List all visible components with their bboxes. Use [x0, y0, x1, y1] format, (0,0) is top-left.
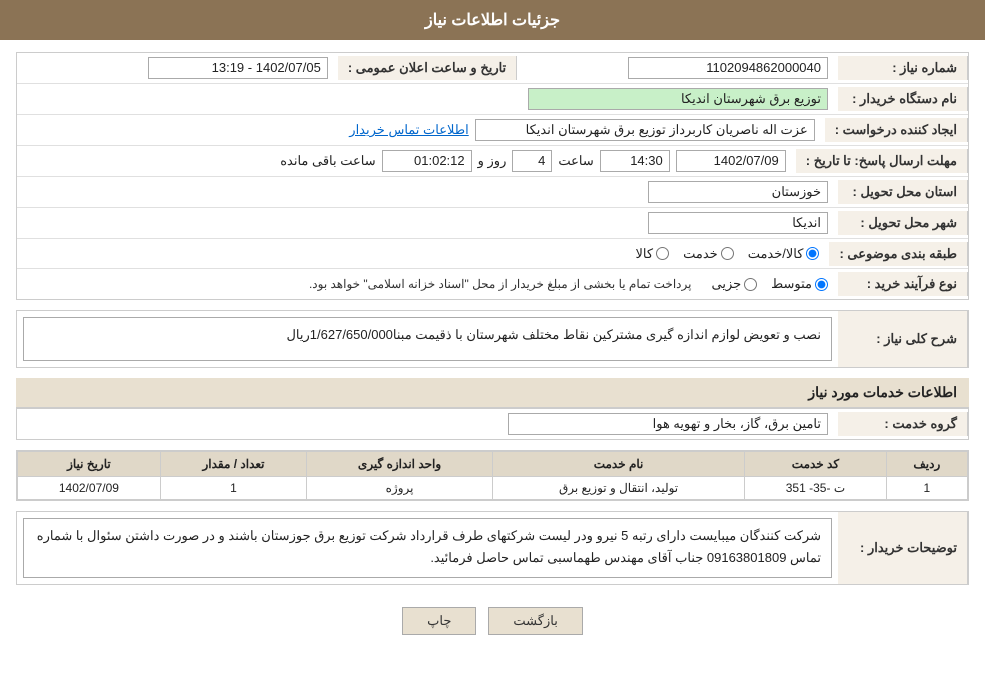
input-date[interactable]: 1402/07/09 [676, 150, 786, 172]
label-publicDateTime: تاریخ و ساعت اعلان عمومی : [338, 56, 517, 80]
row-ijadKonande: ایجاد کننده درخواست : عزت اله ناصریان کا… [17, 115, 968, 146]
button-row: بازگشت چاپ [16, 595, 969, 647]
cell-tarikh: 1402/07/09 [18, 477, 161, 500]
link-contactInfo[interactable]: اطلاعات تماس خریدار [349, 122, 468, 138]
value-mohlatErsal: ساعت باقی مانده 01:02:12 روز و 4 ساعت 14… [17, 146, 796, 176]
value-publicDateTime: 1402/07/05 - 13:19 [17, 53, 338, 83]
notice-text: پرداخت تمام یا بخشی از مبلغ خریدار از مح… [299, 274, 702, 294]
value-shomareNiaz: 1102094862000040 [517, 53, 838, 83]
input-ijadKonande[interactable]: عزت اله ناصریان کاربرداز توزیع برق شهرست… [475, 119, 815, 141]
input-tosih[interactable]: شرکت کنندگان میبایست دارای رتبه 5 نیرو و… [23, 518, 832, 578]
input-shahKoli[interactable]: نصب و تعویض لوازم اندازه گیری مشترکین نق… [23, 317, 832, 361]
label-shomareNiaz: شماره نیاز : [838, 56, 968, 80]
value-ijadKonande: عزت اله ناصریان کاربرداز توزیع برق شهرست… [17, 115, 825, 145]
input-ostanTahvil[interactable]: خوزستان [648, 181, 828, 203]
value-tosih: شرکت کنندگان میبایست دارای رتبه 5 نیرو و… [17, 512, 838, 584]
col-nameKhedmat: نام خدمت [492, 452, 744, 477]
print-button[interactable]: چاپ [402, 607, 476, 635]
radio-input-kala[interactable] [656, 247, 669, 260]
value-namDastgah: توزیع برق شهرستان اندیکا [17, 84, 838, 114]
value-tabaqeBandi: کالا/خدمت خدمت کالا [17, 242, 829, 266]
label-tosih: توضیحات خریدار : [838, 512, 968, 584]
row-noefarayand: نوع فرآیند خرید : متوسط جزیی [17, 269, 968, 299]
radio-kala-khedmat[interactable]: کالا/خدمت [748, 246, 820, 262]
row-shahrTahvil: شهر محل تحویل : اندیکا [17, 208, 968, 239]
input-publicDateTime[interactable]: 1402/07/05 - 13:19 [148, 57, 328, 79]
col-tarikh: تاریخ نیاز [18, 452, 161, 477]
value-shahrTahvil: اندیکا [17, 208, 838, 238]
label-saat: ساعت [558, 153, 593, 169]
page-header: جزئیات اطلاعات نیاز [0, 0, 985, 40]
main-form-section: شماره نیاز : 1102094862000040 تاریخ و سا… [16, 52, 969, 300]
radio-input-kala-khedmat[interactable] [806, 247, 819, 260]
row-mohlatErsal: مهلت ارسال پاسخ: تا تاریخ : ساعت باقی ما… [17, 146, 968, 177]
table-section: ردیف کد خدمت نام خدمت واحد اندازه گیری ت… [16, 450, 969, 501]
row-shomareNiaz: شماره نیاز : 1102094862000040 تاریخ و سا… [17, 53, 968, 84]
input-goroheKhedmat[interactable]: تامین برق، گاز، بخار و تهویه هوا [508, 413, 828, 435]
page-title: جزئیات اطلاعات نیاز [425, 12, 560, 29]
table-head: ردیف کد خدمت نام خدمت واحد اندازه گیری ت… [18, 452, 968, 477]
cell-nameKhedmat: تولید، انتقال و توزیع برق [492, 477, 744, 500]
col-radif: ردیف [886, 452, 967, 477]
content-area: شماره نیاز : 1102094862000040 تاریخ و سا… [0, 40, 985, 659]
label-ijadKonande: ایجاد کننده درخواست : [825, 118, 968, 142]
value-shahKoli: نصب و تعویض لوازم اندازه گیری مشترکین نق… [17, 311, 838, 367]
row-namDastgah: نام دستگاه خریدار : توزیع برق شهرستان ان… [17, 84, 968, 115]
cell-vahedAndaze: پروژه [307, 477, 493, 500]
row-tabaqeBandi: طبقه بندی موضوعی : کالا/خدمت خدمت [17, 239, 968, 269]
radio-khedmat[interactable]: خدمت [683, 246, 734, 262]
value-ostanTahvil: خوزستان [17, 177, 838, 207]
input-time[interactable]: 14:30 [600, 150, 670, 172]
radio-input-motevaset[interactable] [815, 278, 828, 291]
radio-motevaset[interactable]: متوسط [771, 276, 828, 292]
cell-radif: 1 [886, 477, 967, 500]
page-container: جزئیات اطلاعات نیاز شماره نیاز : 1102094… [0, 0, 985, 691]
input-namDastgah[interactable]: توزیع برق شهرستان اندیکا [528, 88, 828, 110]
back-button[interactable]: بازگشت [488, 607, 582, 635]
radio-kala[interactable]: کالا [636, 246, 670, 262]
services-table: ردیف کد خدمت نام خدمت واحد اندازه گیری ت… [17, 451, 968, 500]
label-namDastgah: نام دستگاه خریدار : [838, 87, 968, 111]
input-remaining[interactable]: 01:02:12 [382, 150, 472, 172]
row-goroheKhedmat: گروه خدمت : تامین برق، گاز، بخار و تهویه… [17, 409, 968, 439]
radio-jozi[interactable]: جزیی [711, 276, 757, 292]
col-vahedAndaze: واحد اندازه گیری [307, 452, 493, 477]
label-mohlatErsal: مهلت ارسال پاسخ: تا تاریخ : [796, 149, 968, 173]
label-saatMande: ساعت باقی مانده [280, 153, 375, 169]
label-shahKoli: شرح کلی نیاز : [838, 311, 968, 367]
input-days[interactable]: 4 [512, 150, 552, 172]
label-goroheKhedmat: گروه خدمت : [838, 412, 968, 436]
col-tedad: تعداد / مقدار [160, 452, 306, 477]
row-ostanTahvil: استان محل تحویل : خوزستان [17, 177, 968, 208]
radio-input-khedmat[interactable] [721, 247, 734, 260]
label-ostanTahvil: استان محل تحویل : [838, 180, 968, 204]
table-body: 1 ت -35- 351 تولید، انتقال و توزیع برق پ… [18, 477, 968, 500]
value-goroheKhedmat: تامین برق، گاز، بخار و تهویه هوا [17, 409, 838, 439]
khadamat-form: گروه خدمت : تامین برق، گاز، بخار و تهویه… [16, 408, 969, 440]
cell-tedad: 1 [160, 477, 306, 500]
radiogroup-tabaqe: کالا/خدمت خدمت کالا [27, 246, 819, 262]
col-codeKhedmat: کد خدمت [745, 452, 886, 477]
radio-input-jozi[interactable] [744, 278, 757, 291]
radiogroup-noe: متوسط جزیی [711, 276, 828, 292]
input-shomareNiaz[interactable]: 1102094862000040 [628, 57, 828, 79]
input-shahrTahvil[interactable]: اندیکا [648, 212, 828, 234]
label-noefarayand: نوع فرآیند خرید : [838, 272, 968, 296]
table-row: 1 ت -35- 351 تولید، انتقال و توزیع برق پ… [18, 477, 968, 500]
tosih-section: توضیحات خریدار : شرکت کنندگان میبایست دا… [16, 511, 969, 585]
shahKoli-section: شرح کلی نیاز : نصب و تعویض لوازم اندازه … [16, 310, 969, 368]
label-shahrTahvil: شهر محل تحویل : [838, 211, 968, 235]
cell-codeKhedmat: ت -35- 351 [745, 477, 886, 500]
value-noefarayand: متوسط جزیی پرداخت تمام یا بخشی از مبلغ خ… [17, 270, 838, 298]
label-tabaqeBandi: طبقه بندی موضوعی : [829, 242, 968, 266]
khadamat-section-title: اطلاعات خدمات مورد نیاز [16, 378, 969, 408]
table-header-row: ردیف کد خدمت نام خدمت واحد اندازه گیری ت… [18, 452, 968, 477]
label-roz: روز و [478, 153, 507, 169]
